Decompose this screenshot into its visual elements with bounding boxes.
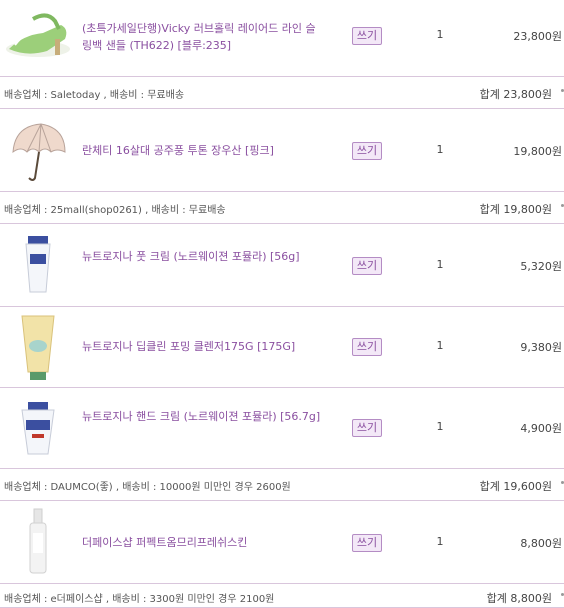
shipping-total: 합계 19,600원 bbox=[480, 478, 552, 494]
cart-item-row: (초특가세일단행)Vicky 러브홀릭 레이어드 라인 슬링백 샌들 (TH62… bbox=[0, 0, 564, 77]
skin-bottle-icon[interactable] bbox=[0, 505, 76, 579]
sandal-icon[interactable] bbox=[0, 2, 76, 72]
cart-item-row: 뉴트로지나 딥클린 포밍 클렌저175G [175G] 쓰기 1 9,380원 bbox=[0, 307, 564, 388]
total-label: 합계 bbox=[479, 203, 500, 216]
item-price: 5,320원 bbox=[520, 260, 562, 273]
write-review-button[interactable]: 쓰기 bbox=[352, 257, 382, 275]
total-label: 합계 bbox=[479, 480, 500, 493]
cart-item-row: 더페이스샵 퍼펙트옴므리프레쉬스킨 쓰기 1 8,800원 bbox=[0, 501, 564, 584]
shipping-info: 배송업체 : e더페이스샵 , 배송비 : 3300원 미만인 경우 2100원 bbox=[4, 594, 275, 605]
quantity: 1 bbox=[436, 143, 444, 156]
shipping-total: 합계 23,800원 bbox=[480, 86, 552, 102]
shipping-total: 합계 19,800원 bbox=[480, 201, 552, 217]
item-price: 9,380원 bbox=[520, 341, 562, 354]
product-name-link[interactable]: 더페이스샵 퍼펙트옴므리프레쉬스킨 bbox=[82, 534, 322, 551]
product-name-link[interactable]: 란체티 16살대 공주풍 투톤 장우산 [핑크] bbox=[82, 142, 322, 159]
total-amount: 8,800원 bbox=[510, 592, 552, 605]
shipping-info: 배송업체 : DAUMCO(좋) , 배송비 : 10000원 미만인 경우 2… bbox=[4, 482, 291, 493]
item-price: 19,800원 bbox=[513, 145, 562, 158]
cart-item-row: 뉴트로지나 핸드 크림 (노르웨이젼 포뮬라) [56.7g] 쓰기 1 4,9… bbox=[0, 388, 564, 469]
write-review-button[interactable]: 쓰기 bbox=[352, 27, 382, 45]
product-name-link[interactable]: 뉴트로지나 딥클린 포밍 클렌저175G [175G] bbox=[82, 338, 322, 355]
hand-cream-icon[interactable] bbox=[0, 394, 76, 462]
quantity: 1 bbox=[436, 339, 444, 352]
cart-item-row: 란체티 16살대 공주풍 투톤 장우산 [핑크] 쓰기 1 19,800원 bbox=[0, 109, 564, 192]
shipping-total: 합계 8,800원 bbox=[487, 590, 552, 606]
umbrella-icon[interactable] bbox=[0, 115, 76, 187]
quantity: 1 bbox=[436, 28, 444, 41]
item-price: 23,800원 bbox=[513, 30, 562, 43]
total-amount: 23,800원 bbox=[503, 88, 552, 101]
cleanser-tube-icon[interactable] bbox=[0, 311, 76, 383]
product-name-link[interactable]: 뉴트로지나 풋 크림 (노르웨이젼 포뮬라) [56g] bbox=[82, 248, 322, 265]
total-amount: 19,800원 bbox=[503, 203, 552, 216]
item-price: 8,800원 bbox=[520, 537, 562, 550]
write-review-button[interactable]: 쓰기 bbox=[352, 142, 382, 160]
product-name-link[interactable]: 뉴트로지나 핸드 크림 (노르웨이젼 포뮬라) [56.7g] bbox=[82, 408, 322, 425]
item-price: 4,900원 bbox=[520, 422, 562, 435]
shipping-summary-row: 배송업체 : DAUMCO(좋) , 배송비 : 10000원 미만인 경우 2… bbox=[0, 469, 564, 501]
total-label: 합계 bbox=[479, 88, 500, 101]
cream-tube-icon[interactable] bbox=[0, 230, 76, 300]
write-review-button[interactable]: 쓰기 bbox=[352, 419, 382, 437]
shipping-summary-row: 배송업체 : Saletoday , 배송비 : 무료배송 합계 23,800원 bbox=[0, 77, 564, 109]
quantity: 1 bbox=[436, 258, 444, 271]
write-review-button[interactable]: 쓰기 bbox=[352, 338, 382, 356]
quantity: 1 bbox=[436, 535, 444, 548]
shipping-info: 배송업체 : Saletoday , 배송비 : 무료배송 bbox=[4, 90, 185, 101]
shipping-summary-row: 배송업체 : e더페이스샵 , 배송비 : 3300원 미만인 경우 2100원… bbox=[0, 584, 564, 608]
shipping-info: 배송업체 : 25mall(shop0261) , 배송비 : 무료배송 bbox=[4, 205, 226, 216]
write-review-button[interactable]: 쓰기 bbox=[352, 534, 382, 552]
cart-list: (초특가세일단행)Vicky 러브홀릭 레이어드 라인 슬링백 샌들 (TH62… bbox=[0, 0, 564, 608]
quantity: 1 bbox=[436, 420, 444, 433]
shipping-summary-row: 배송업체 : 25mall(shop0261) , 배송비 : 무료배송 합계 … bbox=[0, 192, 564, 224]
cart-item-row: 뉴트로지나 풋 크림 (노르웨이젼 포뮬라) [56g] 쓰기 1 5,320원 bbox=[0, 224, 564, 307]
total-amount: 19,600원 bbox=[503, 480, 552, 493]
product-name-link[interactable]: (초특가세일단행)Vicky 러브홀릭 레이어드 라인 슬링백 샌들 (TH62… bbox=[82, 20, 322, 54]
total-label: 합계 bbox=[486, 592, 507, 605]
